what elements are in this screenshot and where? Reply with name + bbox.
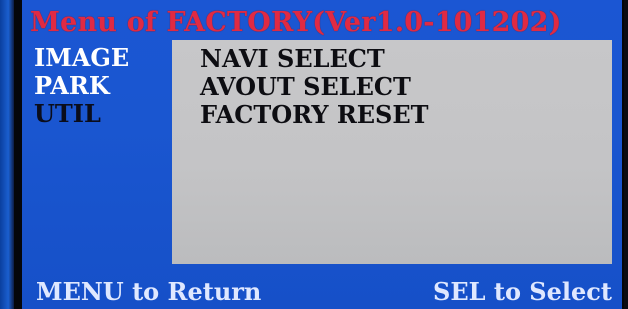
submenu-item-navi-select[interactable]: NAVI SELECT [200, 45, 429, 73]
submenu-list: NAVI SELECT AVOUT SELECT FACTORY RESET [200, 45, 429, 129]
side-menu-item-image[interactable]: IMAGE [34, 44, 174, 72]
menu-title: Menu of FACTORY(Ver1.0-101202) [30, 7, 562, 38]
side-menu-item-util[interactable]: UTIL [34, 100, 174, 128]
footer-select-hint: SEL to Select [433, 277, 612, 306]
side-menu: IMAGE PARK UTIL [34, 44, 174, 128]
submenu-panel: NAVI SELECT AVOUT SELECT FACTORY RESET [172, 40, 612, 264]
bezel-left-edge [0, 0, 14, 309]
photo-frame: Menu of FACTORY(Ver1.0-101202) IMAGE PAR… [0, 0, 628, 309]
footer-return-hint: MENU to Return [36, 277, 262, 306]
osd-screen: Menu of FACTORY(Ver1.0-101202) IMAGE PAR… [22, 0, 622, 309]
submenu-item-factory-reset[interactable]: FACTORY RESET [200, 101, 429, 129]
submenu-item-avout-select[interactable]: AVOUT SELECT [200, 73, 429, 101]
bezel-right-edge [624, 0, 628, 309]
side-menu-item-park[interactable]: PARK [34, 72, 174, 100]
